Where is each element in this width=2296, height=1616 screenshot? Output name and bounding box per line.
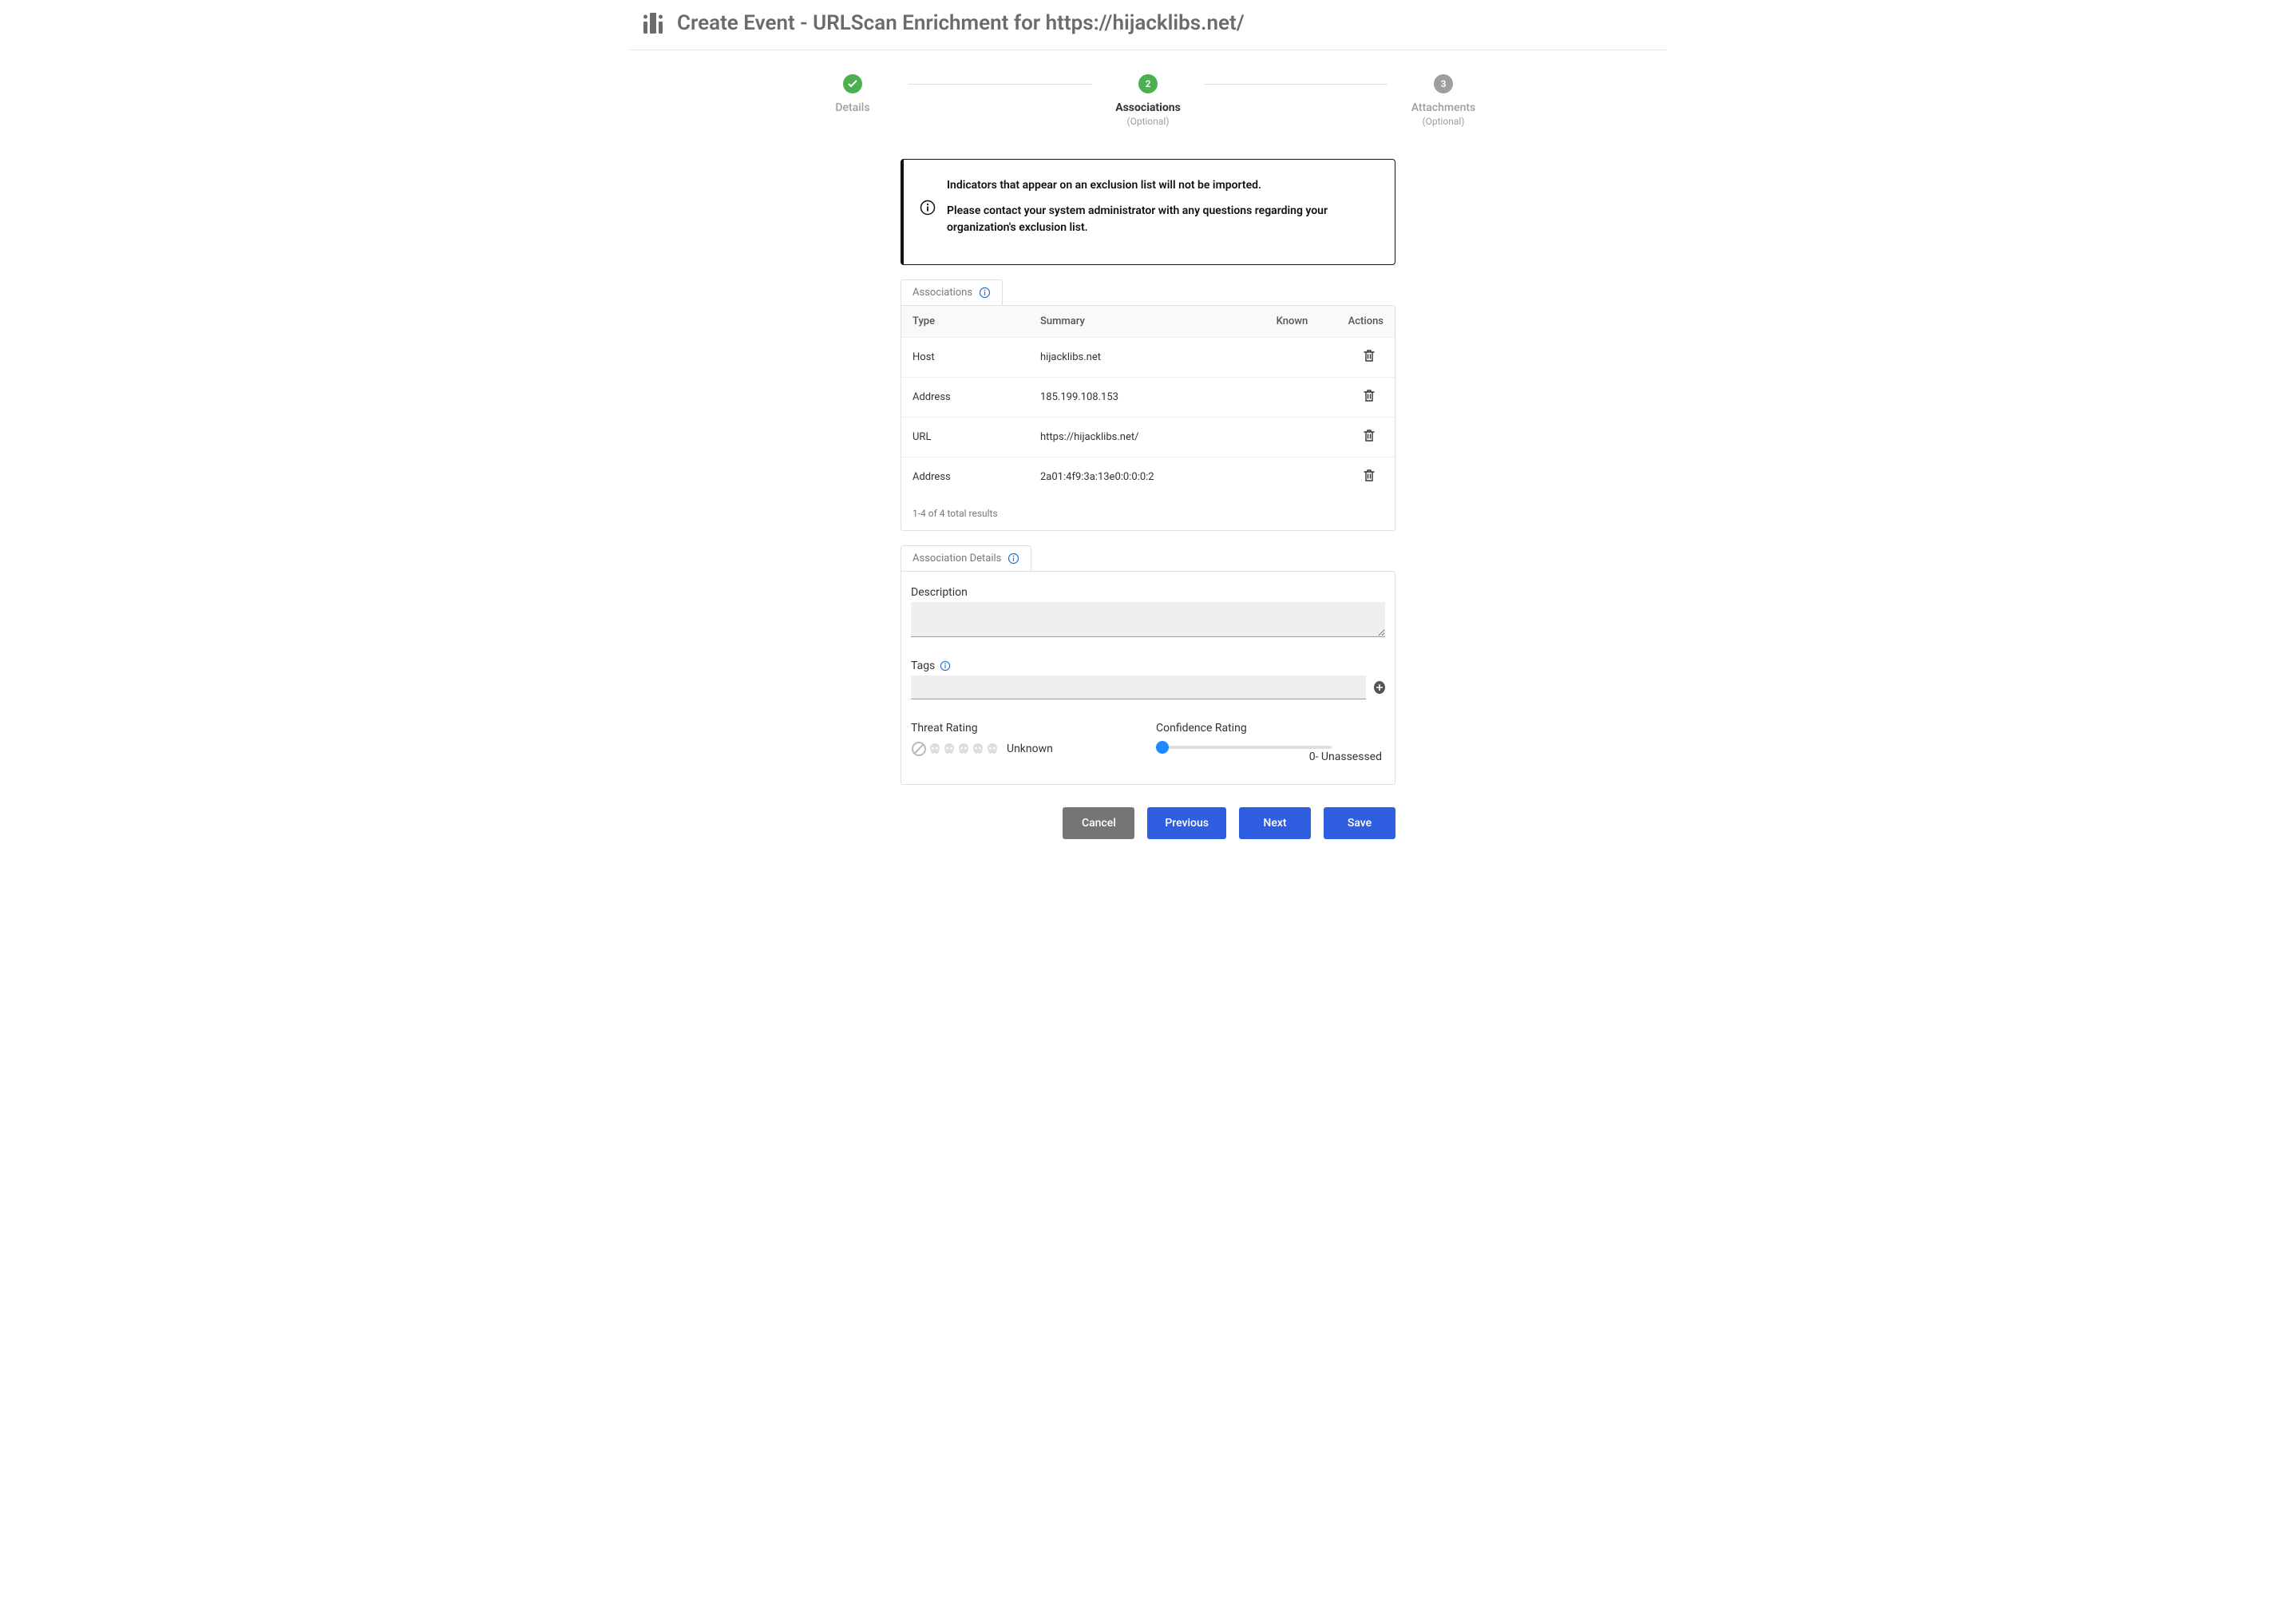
associations-panel: Type Summary Known Actions Hosthijacklib… bbox=[901, 305, 1395, 531]
cell-known bbox=[1265, 418, 1337, 457]
save-button[interactable]: Save bbox=[1324, 807, 1395, 839]
table-row: Address185.199.108.153 bbox=[901, 378, 1395, 418]
delete-button[interactable] bbox=[1363, 469, 1376, 482]
delete-button[interactable] bbox=[1363, 429, 1376, 442]
skull-icon[interactable] bbox=[957, 743, 970, 755]
threat-rating-value: Unknown bbox=[1007, 743, 1053, 755]
info-text-1: Indicators that appear on an exclusion l… bbox=[947, 177, 1376, 195]
trash-icon bbox=[1363, 389, 1376, 402]
skull-icon[interactable] bbox=[972, 743, 984, 755]
analysis-icon bbox=[643, 13, 666, 34]
delete-button[interactable] bbox=[1363, 349, 1376, 362]
tags-input[interactable] bbox=[911, 675, 1366, 699]
check-icon bbox=[843, 74, 862, 93]
cell-summary: hijacklibs.net bbox=[1029, 338, 1265, 378]
cell-type: Address bbox=[901, 378, 1029, 418]
info-icon[interactable] bbox=[979, 287, 991, 299]
confidence-slider[interactable] bbox=[1156, 746, 1332, 749]
button-row: Cancel Previous Next Save bbox=[901, 807, 1395, 839]
step-associations[interactable]: 2 Associations (Optional) bbox=[1092, 74, 1204, 127]
next-button[interactable]: Next bbox=[1239, 807, 1311, 839]
cell-type: URL bbox=[901, 418, 1029, 457]
stepper: Details 2 Associations (Optional) 3 Atta… bbox=[629, 50, 1667, 135]
col-type: Type bbox=[901, 306, 1029, 338]
col-actions: Actions bbox=[1337, 306, 1395, 338]
tab-label: Associations bbox=[912, 287, 972, 299]
description-label: Description bbox=[911, 586, 1385, 599]
previous-button[interactable]: Previous bbox=[1147, 807, 1226, 839]
info-icon bbox=[920, 200, 936, 216]
tab-associations[interactable]: Associations bbox=[901, 279, 1003, 305]
cell-known bbox=[1265, 457, 1337, 497]
cell-known bbox=[1265, 378, 1337, 418]
table-row: Address2a01:4f9:3a:13e0:0:0:0:2 bbox=[901, 457, 1395, 497]
skull-icon[interactable] bbox=[928, 743, 941, 755]
step-label: Details bbox=[835, 101, 869, 114]
cell-type: Address bbox=[901, 457, 1029, 497]
confidence-rating-label: Confidence Rating bbox=[1156, 722, 1385, 735]
stepper-line bbox=[909, 84, 1092, 85]
association-details-panel: Description Tags bbox=[901, 571, 1395, 785]
associations-table: Type Summary Known Actions Hosthijacklib… bbox=[901, 306, 1395, 497]
step-number: 2 bbox=[1138, 74, 1158, 93]
delete-button[interactable] bbox=[1363, 389, 1376, 402]
cell-known bbox=[1265, 338, 1337, 378]
table-row: Hosthijacklibs.net bbox=[901, 338, 1395, 378]
step-number: 3 bbox=[1434, 74, 1453, 93]
stepper-line bbox=[1204, 84, 1387, 85]
info-banner: Indicators that appear on an exclusion l… bbox=[901, 159, 1395, 265]
trash-icon bbox=[1363, 469, 1376, 482]
cancel-button[interactable]: Cancel bbox=[1063, 807, 1134, 839]
threat-rating-label: Threat Rating bbox=[911, 722, 1140, 735]
step-details[interactable]: Details bbox=[797, 74, 909, 114]
cell-summary: 185.199.108.153 bbox=[1029, 378, 1265, 418]
trash-icon bbox=[1363, 349, 1376, 362]
pagination-text: 1-4 of 4 total results bbox=[901, 497, 1395, 530]
skull-icon[interactable] bbox=[943, 743, 956, 755]
description-input[interactable] bbox=[911, 602, 1385, 637]
threat-rating-control[interactable]: Unknown bbox=[911, 741, 1140, 757]
trash-icon bbox=[1363, 429, 1376, 442]
info-text-2: Please contact your system administrator… bbox=[947, 203, 1376, 237]
step-label: Attachments bbox=[1411, 101, 1475, 114]
header-bar: Create Event - URLScan Enrichment for ht… bbox=[629, 0, 1667, 50]
cell-type: Host bbox=[901, 338, 1029, 378]
step-attachments[interactable]: 3 Attachments (Optional) bbox=[1387, 74, 1499, 127]
tags-label: Tags bbox=[911, 659, 935, 672]
page-title: Create Event - URLScan Enrichment for ht… bbox=[677, 11, 1245, 35]
col-known: Known bbox=[1265, 306, 1337, 338]
table-row: URLhttps://hijacklibs.net/ bbox=[901, 418, 1395, 457]
add-tag-button[interactable] bbox=[1374, 681, 1385, 694]
cell-summary: 2a01:4f9:3a:13e0:0:0:0:2 bbox=[1029, 457, 1265, 497]
info-icon[interactable] bbox=[1007, 553, 1019, 564]
step-label: Associations bbox=[1115, 101, 1181, 114]
unknown-icon[interactable] bbox=[911, 741, 927, 757]
skull-icon[interactable] bbox=[986, 743, 999, 755]
tab-label: Association Details bbox=[912, 553, 1001, 564]
step-sublabel: (Optional) bbox=[1422, 116, 1464, 127]
tab-association-details[interactable]: Association Details bbox=[901, 545, 1031, 571]
col-summary: Summary bbox=[1029, 306, 1265, 338]
cell-summary: https://hijacklibs.net/ bbox=[1029, 418, 1265, 457]
confidence-rating-value: 0- Unassessed bbox=[1309, 751, 1382, 763]
step-sublabel: (Optional) bbox=[1126, 116, 1169, 127]
info-icon[interactable] bbox=[940, 660, 951, 671]
